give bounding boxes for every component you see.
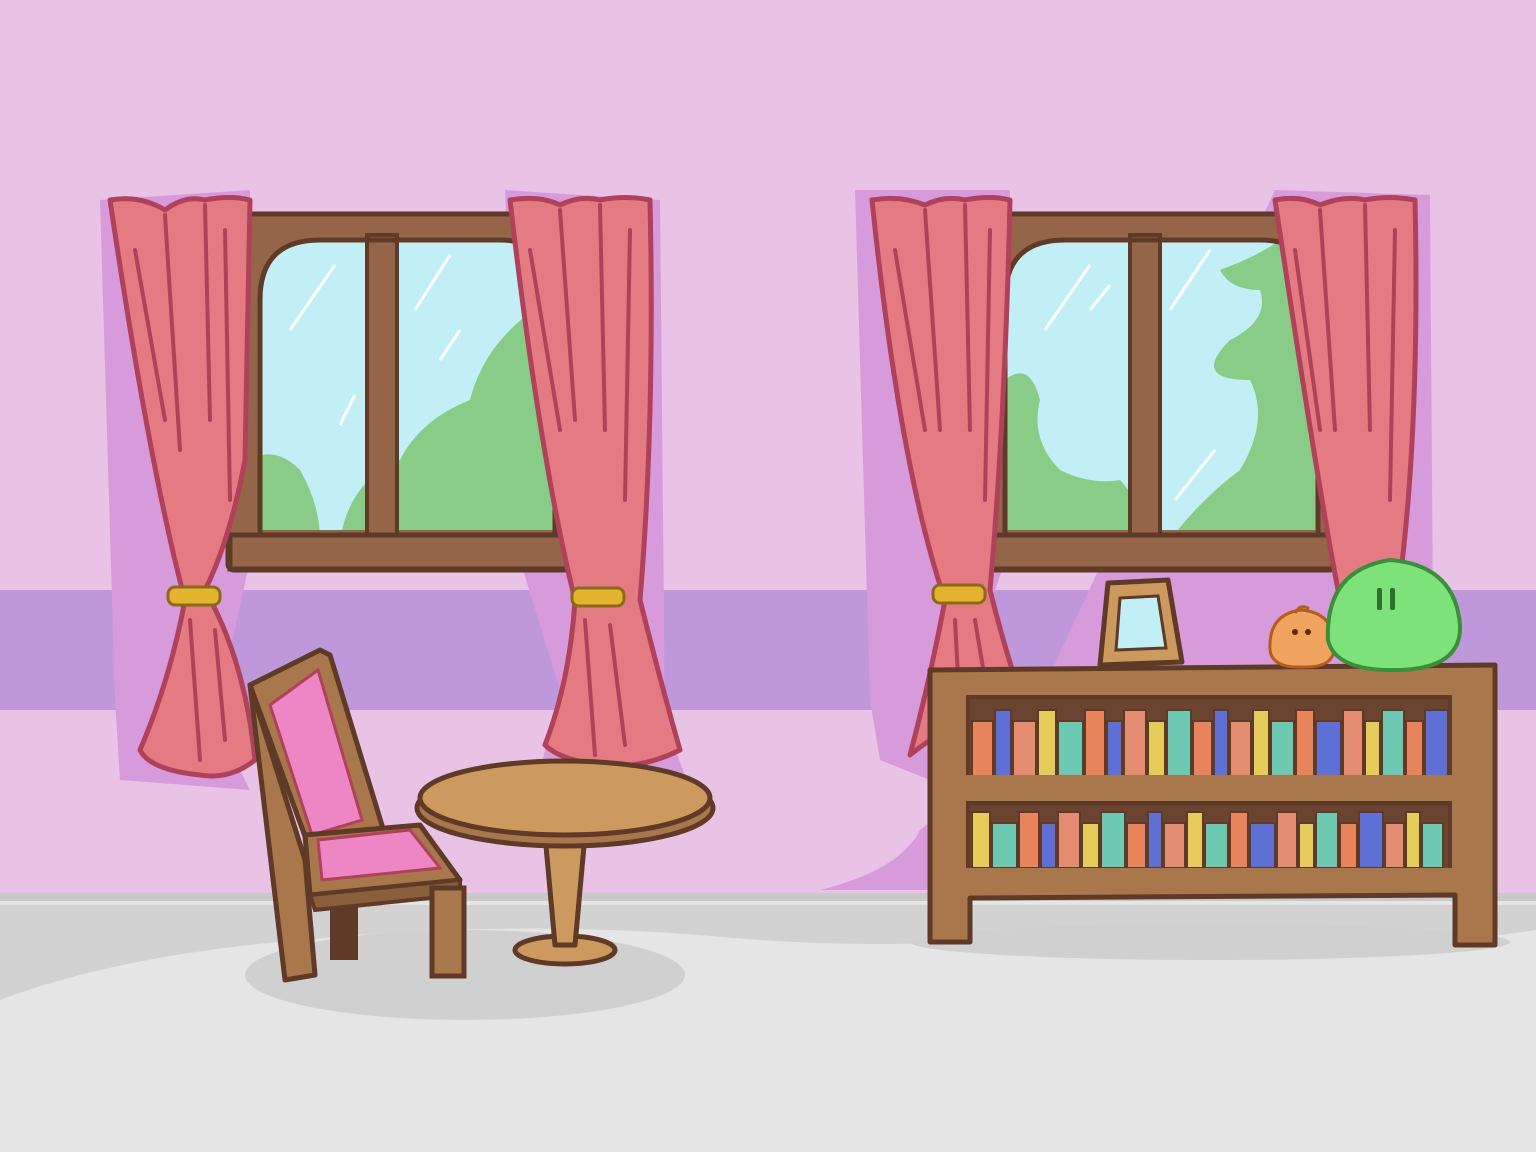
book-spine bbox=[1405, 811, 1421, 869]
book-spine bbox=[1342, 709, 1364, 777]
book-spine bbox=[1084, 709, 1106, 777]
book-spine bbox=[1163, 822, 1186, 869]
book-spine bbox=[1298, 822, 1315, 869]
book-spine bbox=[1147, 811, 1163, 869]
book-spine bbox=[1249, 822, 1276, 869]
book-spine bbox=[1421, 822, 1444, 869]
book-spine bbox=[1424, 709, 1449, 777]
picture-frame bbox=[1097, 577, 1185, 668]
book-spine bbox=[1057, 720, 1084, 777]
book-spine bbox=[1192, 720, 1213, 777]
book-spine bbox=[1147, 720, 1166, 777]
book-spine bbox=[1037, 709, 1057, 777]
book-spine bbox=[971, 720, 994, 777]
bookshelf-floor-shadow bbox=[910, 924, 1510, 960]
book-spine bbox=[1364, 720, 1381, 777]
book-spine bbox=[1018, 811, 1040, 869]
book-spine bbox=[1315, 720, 1342, 777]
book-spine bbox=[1186, 811, 1204, 869]
book-spine bbox=[1106, 720, 1123, 777]
book-spine bbox=[1381, 709, 1405, 777]
book-spine bbox=[1204, 822, 1229, 869]
book-spine bbox=[1081, 822, 1100, 869]
book-spine bbox=[1057, 811, 1081, 869]
book-spine bbox=[991, 822, 1018, 869]
book-spine bbox=[1229, 811, 1249, 869]
book-spine bbox=[1405, 720, 1424, 777]
book-spine bbox=[1384, 822, 1405, 869]
book-spine bbox=[1040, 822, 1057, 869]
book-spine bbox=[1295, 709, 1315, 777]
book-spine bbox=[1358, 811, 1384, 869]
book-spine bbox=[1339, 822, 1358, 869]
book-spine bbox=[1126, 822, 1147, 869]
book-spine bbox=[1315, 811, 1339, 869]
book-spine bbox=[1123, 709, 1147, 777]
book-spine bbox=[1100, 811, 1126, 869]
book-spine bbox=[1012, 720, 1037, 777]
green-blob-creature bbox=[1325, 557, 1463, 673]
book-spine bbox=[994, 709, 1012, 777]
book-spine bbox=[1213, 709, 1229, 777]
book-spine bbox=[971, 811, 991, 869]
book-spine bbox=[1252, 709, 1270, 777]
book-spine bbox=[1276, 811, 1298, 869]
book-spine bbox=[1166, 709, 1192, 777]
book-spine bbox=[1229, 720, 1252, 777]
book-spine bbox=[1270, 720, 1295, 777]
room-scene bbox=[0, 0, 1536, 1152]
